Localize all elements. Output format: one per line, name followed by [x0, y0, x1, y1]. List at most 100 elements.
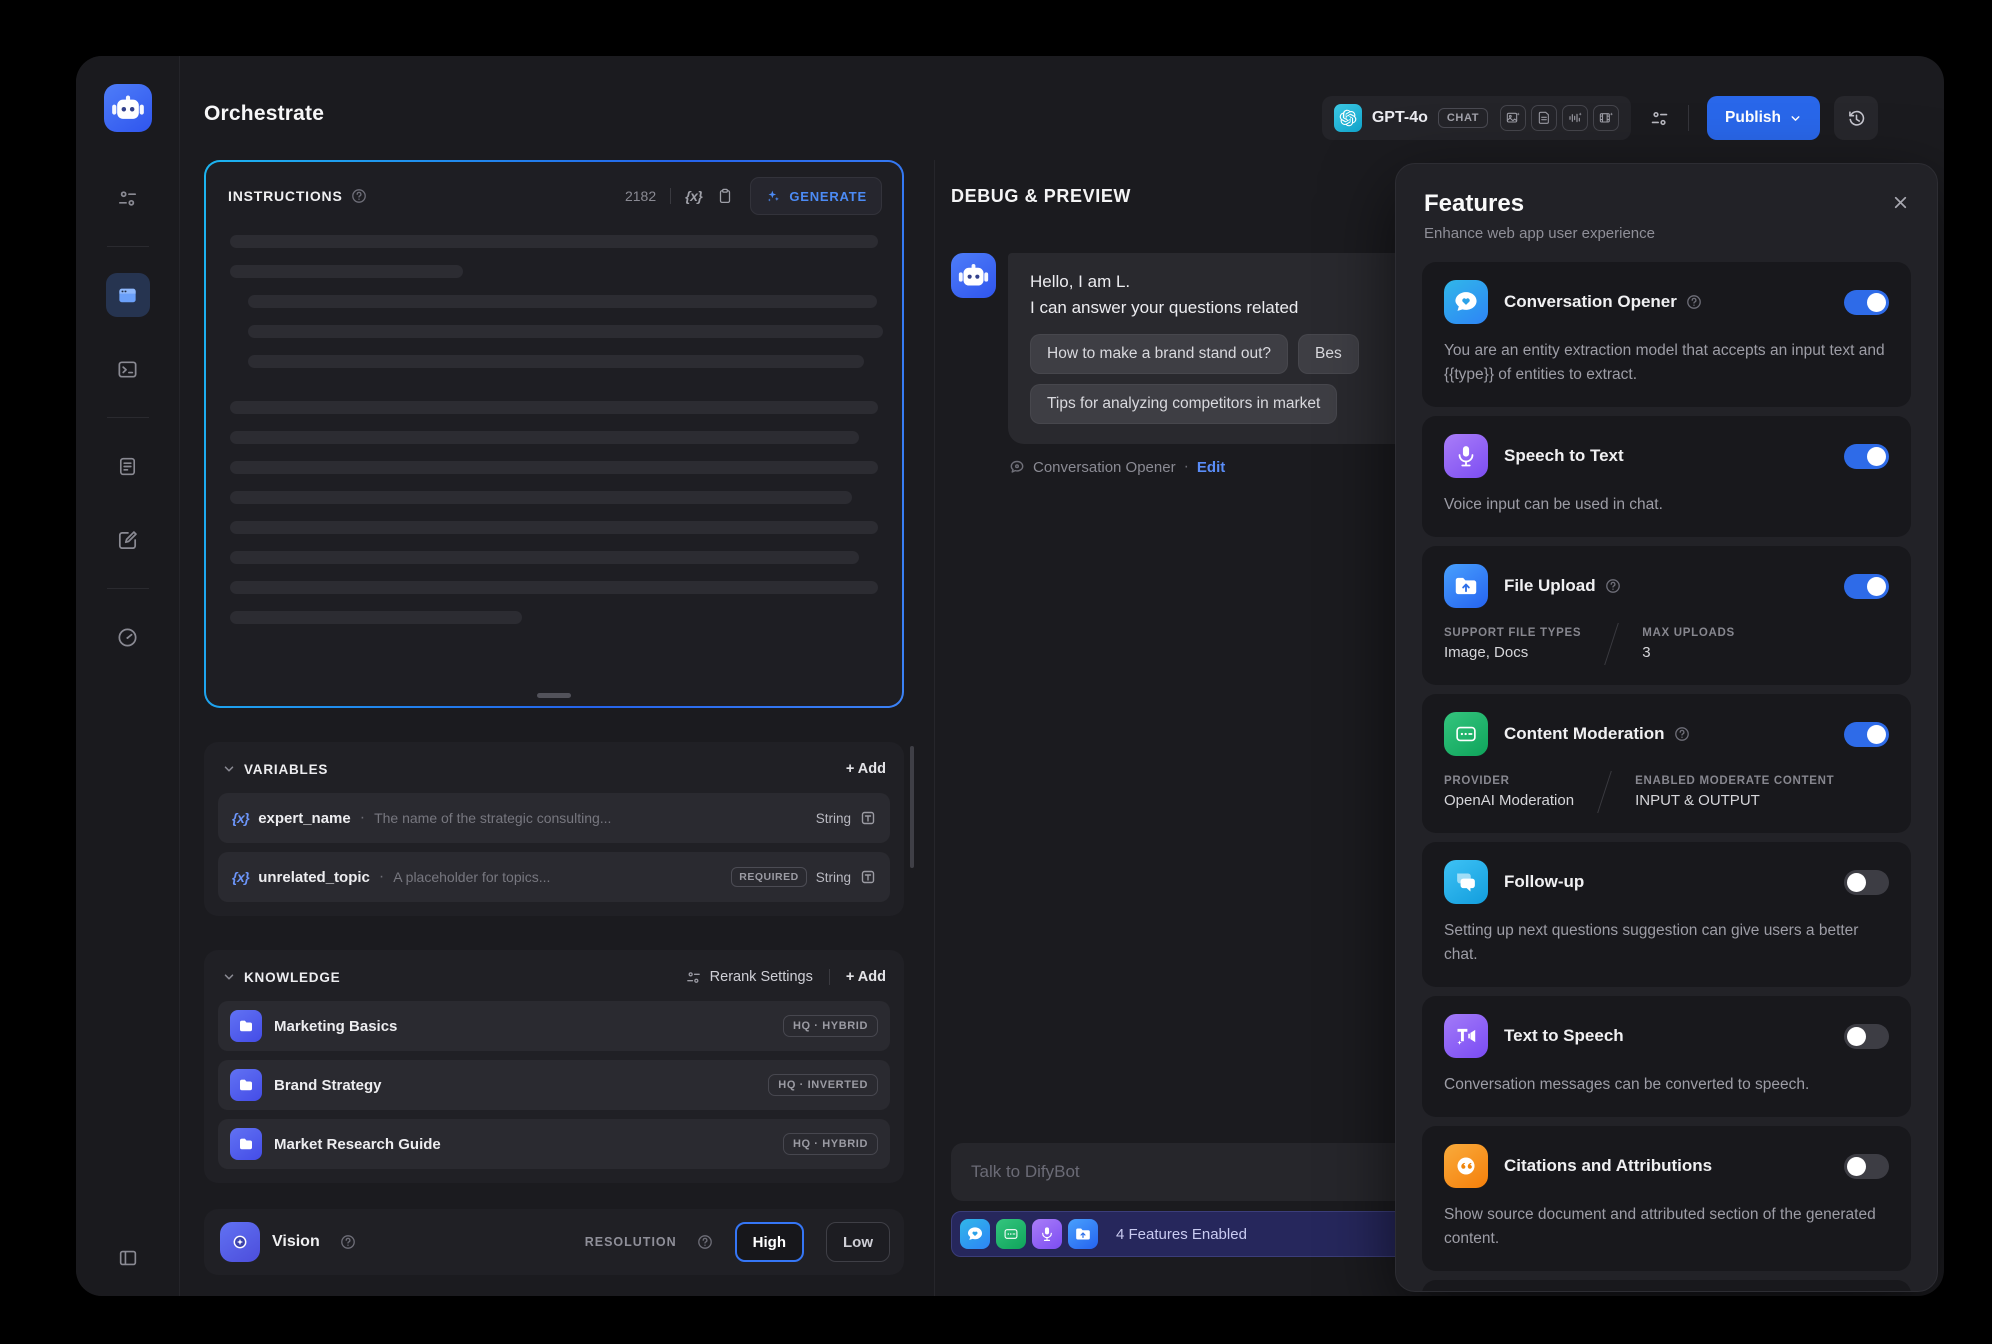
- publish-button[interactable]: Publish: [1707, 96, 1820, 140]
- collapse-sidebar-icon[interactable]: [117, 1247, 139, 1274]
- chat-bubble-icon: [1009, 459, 1025, 475]
- feature-icon: [1444, 1144, 1488, 1188]
- suggested-question-chip[interactable]: Tips for analyzing competitors in market: [1030, 384, 1337, 424]
- sliders-icon: [685, 969, 702, 986]
- string-type-icon: [860, 810, 876, 826]
- model-name: GPT-4o: [1372, 109, 1428, 127]
- feature-toggle[interactable]: [1844, 1154, 1889, 1179]
- features-enabled-bar[interactable]: 4 Features Enabled: [951, 1211, 1471, 1257]
- model-capability-icon: [1562, 105, 1588, 131]
- orchestrate-config-column: INSTRUCTIONS 2182 {x} GENERATE: [204, 160, 904, 1275]
- feature-card-conversation-opener: Conversation Opener You are an entity ex…: [1422, 262, 1911, 407]
- feature-toggle[interactable]: [1844, 870, 1889, 895]
- enabled-feature-icon: [960, 1219, 990, 1249]
- feature-toggle[interactable]: [1844, 1024, 1889, 1049]
- suggested-question-chip[interactable]: How to make a brand stand out?: [1030, 334, 1288, 374]
- model-type-badge: CHAT: [1438, 108, 1488, 128]
- feature-toggle[interactable]: [1844, 574, 1889, 599]
- resize-handle[interactable]: [537, 693, 571, 698]
- sidebar-item-terminal[interactable]: [106, 347, 150, 391]
- version-history-button[interactable]: [1834, 96, 1878, 140]
- feature-toggle[interactable]: [1844, 290, 1889, 315]
- resolution-label: RESOLUTION: [585, 1235, 677, 1249]
- chevron-down-icon[interactable]: [222, 762, 236, 776]
- publish-label: Publish: [1725, 109, 1781, 127]
- resolution-high-button[interactable]: High: [735, 1222, 804, 1262]
- knowledge-row[interactable]: Market Research Guide HQ · HYBRID: [218, 1119, 890, 1169]
- feature-card-follow-up: Follow-up Setting up next questions sugg…: [1422, 842, 1911, 987]
- feature-icon: [1444, 860, 1488, 904]
- add-variable-button[interactable]: + Add: [846, 761, 886, 777]
- close-icon[interactable]: [1892, 194, 1909, 216]
- vision-icon: [220, 1222, 260, 1262]
- feature-icon: [1444, 564, 1488, 608]
- retrieval-badge: HQ · INVERTED: [768, 1074, 878, 1096]
- help-icon[interactable]: [340, 1234, 356, 1250]
- feature-toggle[interactable]: [1844, 722, 1889, 747]
- feature-toggle[interactable]: [1844, 444, 1889, 469]
- feature-card-text-to-speech: Text to Speech Conversation messages can…: [1422, 996, 1911, 1117]
- variable-row[interactable]: {x} unrelated_topic · A placeholder for …: [218, 852, 890, 902]
- help-icon[interactable]: [1674, 726, 1690, 742]
- resolution-low-button[interactable]: Low: [826, 1222, 890, 1262]
- suggested-question-chip[interactable]: Bes: [1298, 334, 1359, 374]
- edit-opener-link[interactable]: Edit: [1197, 459, 1225, 476]
- feature-card-annotation-reply: Annotation Reply: [1422, 1280, 1911, 1292]
- vision-card: Vision RESOLUTION High Low: [204, 1209, 904, 1275]
- variable-insert-icon[interactable]: {x}: [685, 188, 702, 204]
- feature-icon: [1444, 712, 1488, 756]
- chat-input[interactable]: [951, 1143, 1471, 1201]
- retrieval-badge: HQ · HYBRID: [783, 1015, 878, 1037]
- knowledge-title: KNOWLEDGE: [244, 970, 340, 985]
- generate-button[interactable]: GENERATE: [750, 177, 882, 215]
- model-selector[interactable]: GPT-4o CHAT: [1322, 96, 1631, 140]
- sidebar-item[interactable]: [107, 417, 149, 418]
- copy-icon[interactable]: [716, 187, 734, 205]
- skeleton-text-line: [248, 325, 883, 338]
- config-scrollbar[interactable]: [910, 746, 914, 868]
- feature-icon: [1444, 280, 1488, 324]
- sidebar-item-model-settings[interactable]: [106, 176, 150, 220]
- model-capability-icon: [1500, 105, 1526, 131]
- openai-icon: [1334, 104, 1362, 132]
- feature-icon: [1444, 434, 1488, 478]
- chevron-down-icon: [1789, 112, 1802, 125]
- instructions-panel: INSTRUCTIONS 2182 {x} GENERATE: [204, 160, 904, 708]
- sidebar-item-orchestrate[interactable]: [106, 273, 150, 317]
- chevron-down-icon[interactable]: [222, 970, 236, 984]
- feature-card-citations: Citations and Attributions Show source d…: [1422, 1126, 1911, 1271]
- features-subtitle: Enhance web app user experience: [1424, 225, 1907, 242]
- knowledge-row[interactable]: Marketing Basics HQ · HYBRID: [218, 1001, 890, 1051]
- variable-icon: {x}: [232, 869, 249, 885]
- sidebar-item[interactable]: [107, 588, 149, 589]
- sidebar: [76, 56, 180, 1296]
- skeleton-text-line: [230, 235, 878, 248]
- enabled-feature-icon: [1068, 1219, 1098, 1249]
- model-params-icon[interactable]: [1649, 108, 1670, 129]
- rerank-settings-button[interactable]: Rerank Settings: [685, 969, 813, 986]
- sidebar-item-monitoring[interactable]: [106, 615, 150, 659]
- retrieval-badge: HQ · HYBRID: [783, 1133, 878, 1155]
- skeleton-text-line: [248, 355, 864, 368]
- help-icon[interactable]: [1605, 578, 1621, 594]
- model-capability-icon: [1531, 105, 1557, 131]
- bot-avatar-robot-icon: [951, 253, 996, 298]
- instructions-editor[interactable]: [206, 225, 902, 624]
- sidebar-item-annotations[interactable]: [106, 518, 150, 562]
- topbar-divider: [1688, 105, 1689, 131]
- features-panel: Features Enhance web app user experience…: [1395, 163, 1938, 1292]
- sidebar-item[interactable]: [107, 246, 149, 247]
- page-title: Orchestrate: [204, 102, 324, 126]
- app-logo-robot-icon[interactable]: [104, 84, 152, 132]
- add-knowledge-button[interactable]: + Add: [846, 969, 886, 985]
- help-icon[interactable]: [1686, 294, 1702, 310]
- help-icon[interactable]: [697, 1234, 713, 1250]
- skeleton-text-line: [230, 521, 878, 534]
- help-icon[interactable]: [351, 188, 367, 204]
- variable-row[interactable]: {x} expert_name · The name of the strate…: [218, 793, 890, 843]
- skeleton-text-line: [230, 581, 878, 594]
- sidebar-item-logs[interactable]: [106, 444, 150, 488]
- knowledge-row[interactable]: Brand Strategy HQ · INVERTED: [218, 1060, 890, 1110]
- feature-card-file-upload: File Upload SUPPORT FILE TYPES Image, Do…: [1422, 546, 1911, 685]
- char-count: 2182: [625, 188, 656, 204]
